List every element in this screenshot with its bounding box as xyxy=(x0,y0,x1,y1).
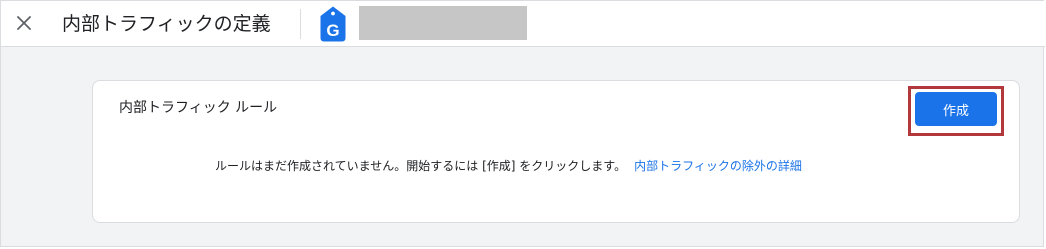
dialog-header: 内部トラフィックの定義 G xyxy=(1,1,1045,47)
dialog-frame: 内部トラフィックの定義 G 内部トラフィック ルール 作成 ルールはまだ作成され… xyxy=(0,0,1045,247)
empty-state-text: ルールはまだ作成されていません。開始するには [作成] をクリックします。 xyxy=(215,159,627,173)
header-divider xyxy=(300,9,301,39)
close-icon xyxy=(17,16,31,30)
page-title: 内部トラフィックの定義 xyxy=(62,13,271,35)
google-tag-icon: G xyxy=(320,6,346,42)
property-name-redacted xyxy=(359,6,527,40)
create-button[interactable]: 作成 xyxy=(915,92,997,126)
internal-traffic-rules-card: 内部トラフィック ルール 作成 ルールはまだ作成されていません。開始するには [… xyxy=(92,80,1020,223)
learn-more-link[interactable]: 内部トラフィックの除外の詳細 xyxy=(634,159,802,173)
card-title: 内部トラフィック ルール xyxy=(119,100,278,116)
close-button[interactable] xyxy=(13,12,35,34)
svg-text:G: G xyxy=(326,21,339,40)
empty-state-message: ルールはまだ作成されていません。開始するには [作成] をクリックします。 内部ト… xyxy=(215,157,802,175)
